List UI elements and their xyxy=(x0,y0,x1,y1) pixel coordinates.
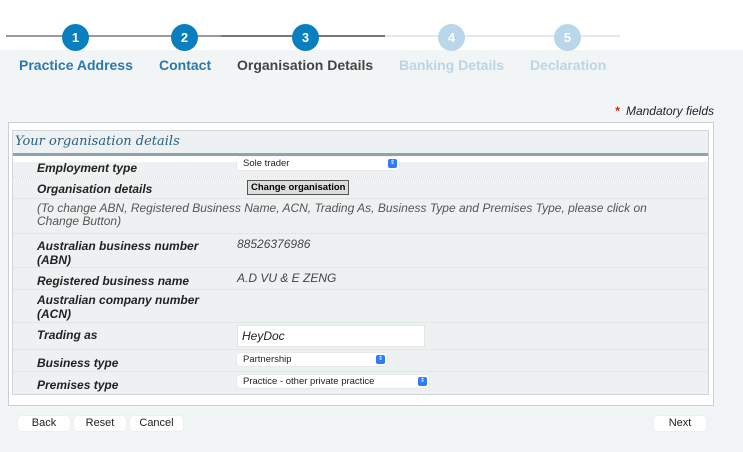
chevron-updown-icon: ⇕ xyxy=(418,377,427,386)
back-button[interactable]: Back xyxy=(18,416,70,431)
registered-name-label: Registered business name xyxy=(37,274,190,288)
business-type-select[interactable]: Partnership ⇕ xyxy=(237,353,387,366)
row-employment-type: Employment type Sole trader ⇕ xyxy=(13,156,708,177)
chevron-updown-icon: ⇕ xyxy=(376,355,385,364)
step-3-circle: 3 xyxy=(292,24,319,51)
employment-type-label: Employment type xyxy=(37,161,138,175)
mandatory-note: * Mandatory fields xyxy=(615,104,714,118)
mandatory-text: Mandatory fields xyxy=(625,104,714,118)
reset-button[interactable]: Reset xyxy=(74,416,126,431)
required-star: * xyxy=(615,104,620,118)
organisation-details-label: Organisation details xyxy=(37,182,153,196)
abn-label: Australian business number (ABN) xyxy=(37,239,199,267)
organisation-form: Your organisation details Employment typ… xyxy=(12,130,709,395)
step-2-label[interactable]: Contact xyxy=(159,57,211,73)
row-acn: Australian company number (ACN) xyxy=(13,290,708,323)
trading-as-input[interactable]: HeyDoc xyxy=(237,325,425,347)
business-type-label: Business type xyxy=(37,356,119,370)
row-note: (To change ABN, Registered Business Name… xyxy=(13,199,708,234)
row-premises-type: Premises type Practice - other private p… xyxy=(13,372,708,393)
step-2-circle[interactable]: 2 xyxy=(171,24,198,51)
progress-line xyxy=(385,35,620,37)
premises-type-label: Premises type xyxy=(37,378,119,392)
change-organisation-button[interactable]: Change organisation xyxy=(247,180,350,195)
row-organisation-details: Organisation details Change organisation xyxy=(13,177,708,199)
abn-value: 88526376986 xyxy=(237,237,311,251)
premises-type-value: Practice - other private practice xyxy=(243,376,375,387)
row-trading-as: Trading as HeyDoc xyxy=(13,323,708,350)
change-note: (To change ABN, Registered Business Name… xyxy=(37,201,647,228)
acn-label: Australian company number (ACN) xyxy=(37,293,200,321)
organisation-panel: Your organisation details Employment typ… xyxy=(8,122,714,406)
step-4-circle: 4 xyxy=(438,24,465,51)
row-registered-name: Registered business name A.D VU & E ZENG xyxy=(13,268,708,290)
employment-type-value: Sole trader xyxy=(243,158,290,169)
next-button[interactable]: Next xyxy=(654,416,706,431)
step-1-label[interactable]: Practice Address xyxy=(19,57,133,73)
step-3-label: Organisation Details xyxy=(237,57,374,73)
cancel-button[interactable]: Cancel xyxy=(130,416,183,431)
step-5-label: Declaration xyxy=(530,57,607,73)
chevron-updown-icon: ⇕ xyxy=(388,159,397,168)
premises-type-select[interactable]: Practice - other private practice ⇕ xyxy=(237,375,429,388)
row-abn: Australian business number (ABN) 8852637… xyxy=(13,234,708,268)
step-5-circle: 5 xyxy=(554,24,581,51)
registered-name-value: A.D VU & E ZENG xyxy=(237,271,337,285)
panel-title: Your organisation details xyxy=(13,131,708,156)
employment-type-select[interactable]: Sole trader ⇕ xyxy=(237,157,399,170)
step-4-label: Banking Details xyxy=(399,57,505,73)
trading-as-label: Trading as xyxy=(37,328,98,342)
step-1-circle[interactable]: 1 xyxy=(62,24,89,51)
business-type-value: Partnership xyxy=(243,354,292,365)
row-business-type: Business type Partnership ⇕ xyxy=(13,350,708,372)
progress-header-bg xyxy=(0,0,743,50)
